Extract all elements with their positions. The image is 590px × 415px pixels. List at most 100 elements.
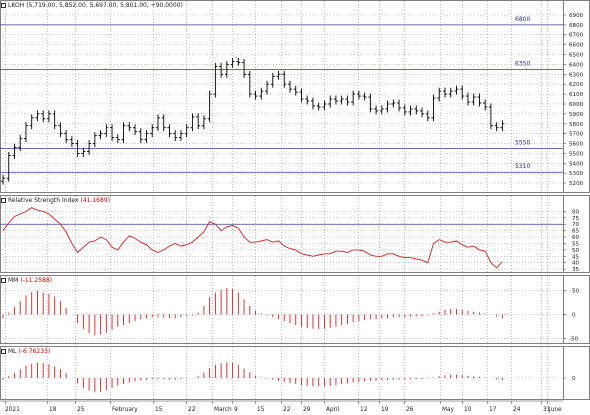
price-bar: [173, 130, 178, 142]
x-axis-label: 25: [77, 407, 85, 413]
x-axis-label: June: [548, 407, 562, 413]
ml-value: (-6.76233): [18, 348, 51, 355]
price-bar: [483, 99, 488, 111]
price-bar: [201, 115, 206, 130]
price-bar: [115, 134, 120, 144]
x-axis-label: 26: [406, 407, 414, 413]
price-bar: [87, 140, 92, 155]
pane-toggle-icon[interactable]: [1, 278, 6, 283]
ml-label: ML: [8, 348, 17, 355]
price-bar: [161, 114, 166, 132]
price-bar: [190, 113, 195, 132]
x-axis-label: 22: [283, 407, 291, 413]
rsi-tick-label: 50: [572, 248, 580, 254]
price-bar: [98, 130, 103, 140]
mm-label: MM: [8, 277, 19, 284]
price-tick-label: 5900: [569, 112, 584, 118]
price-bar: [397, 99, 402, 112]
price-bar: [265, 80, 270, 95]
price-tick-label: 6800: [569, 23, 584, 29]
ml-tick-label: 0: [572, 376, 576, 382]
price-bar: [282, 70, 287, 88]
price-bar: [64, 130, 69, 144]
ml-pane-header: ML (-6.76233): [0, 347, 50, 356]
price-bar: [414, 105, 419, 115]
price-bar: [316, 102, 321, 111]
price-bar: [69, 136, 74, 148]
price-bar: [155, 114, 160, 132]
price-bar: [385, 100, 390, 113]
pane-toggle-icon[interactable]: [1, 349, 6, 354]
price-bar: [391, 99, 396, 108]
price-bar: [454, 85, 459, 95]
rsi-pane-header: Relative Strength Index (41.1689): [0, 196, 110, 205]
price-bar: [6, 151, 11, 182]
price-tick-label: 5200: [569, 181, 584, 187]
mm-tick-label: 0: [572, 313, 576, 319]
price-bar: [374, 105, 379, 115]
price-bar: [288, 80, 292, 93]
rsi-label: Relative Strength Index: [8, 197, 79, 204]
x-axis-label: 19: [381, 407, 389, 413]
price-bar: [104, 124, 109, 138]
price-tick-label: 6500: [569, 53, 584, 59]
x-axis-label: 2021: [5, 407, 20, 413]
rsi-tick-label: 60: [572, 235, 580, 241]
price-bar: [488, 103, 493, 130]
price-bar: [339, 95, 344, 105]
price-tick-label: 6900: [569, 13, 584, 19]
price-tick-label: 6000: [569, 102, 584, 108]
price-tick-label: 6600: [569, 43, 584, 49]
price-bar: [41, 110, 46, 123]
pane-toggle-icon[interactable]: [1, 3, 6, 8]
price-bar: [253, 90, 258, 100]
price-bar: [328, 95, 333, 108]
price-bar: [356, 90, 361, 100]
x-axis-label: April: [326, 407, 340, 413]
x-axis-label: 17: [489, 407, 497, 413]
price-tick-label: 6400: [569, 62, 584, 68]
price-bar: [52, 110, 57, 130]
price-tick-label: 6200: [569, 82, 584, 88]
price-bar: [351, 90, 356, 106]
price-bar: [236, 57, 241, 66]
x-axis-label: March: [214, 407, 232, 413]
rsi-tick-label: 65: [572, 229, 580, 235]
x-axis-label: 12: [360, 407, 368, 413]
price-bar: [35, 110, 40, 122]
mm-value: (-11.2588): [20, 277, 53, 284]
mm-tick-label: -50: [569, 336, 579, 342]
pane-frame: [0, 346, 590, 400]
x-axis-label: 10: [464, 407, 472, 413]
rsi-tick-label: 35: [572, 267, 580, 273]
price-bar: [184, 124, 189, 138]
price-tick-label: 6300: [569, 72, 584, 78]
pane-toggle-icon[interactable]: [1, 198, 6, 203]
mm-pane-header: MM (-11.2588): [0, 276, 52, 285]
x-axis-label: 15: [257, 407, 265, 413]
price-bar: [138, 128, 143, 144]
price-bar: [167, 124, 172, 138]
price-bar: [471, 93, 476, 106]
price-bar: [213, 62, 218, 98]
chart-canvas[interactable]: 6800635055505310 52005300540055005600570…: [0, 0, 590, 415]
price-bar: [110, 124, 115, 142]
price-tick-label: 5700: [569, 132, 584, 138]
x-axis-label: 22: [188, 407, 196, 413]
series-layer: [1, 57, 505, 393]
price-bar: [196, 113, 201, 130]
price-bar: [431, 94, 436, 122]
rsi-tick-label: 80: [572, 209, 580, 215]
price-bar: [242, 58, 247, 78]
rsi-tick-label: 45: [572, 254, 580, 260]
x-axis-label: 24: [513, 407, 521, 413]
price-bar: [270, 72, 275, 88]
price-ohlc-values: (5,719.00, 5,852.00, 5,697.00, 5,801.00,…: [26, 2, 183, 9]
price-bar: [259, 87, 264, 100]
x-axis-label: February: [112, 407, 138, 413]
x-axis-label: 18: [49, 407, 57, 413]
price-bar: [92, 132, 97, 148]
price-bar: [144, 130, 149, 144]
price-bar: [322, 100, 327, 111]
price-bar: [133, 124, 138, 136]
